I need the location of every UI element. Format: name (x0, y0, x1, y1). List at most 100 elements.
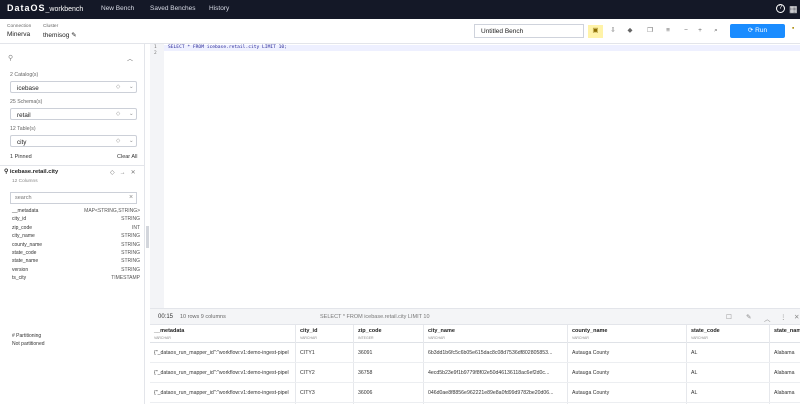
nav-new-bench[interactable]: New Bench (101, 5, 134, 12)
zoom-out-button[interactable]: − (680, 25, 692, 37)
chevron-down-icon[interactable]: ⌄ (129, 111, 134, 117)
column-header[interactable]: city_id VARCHAR (296, 325, 354, 343)
column-item[interactable]: version STRING (12, 267, 140, 275)
more-icon[interactable]: ▪ (792, 25, 794, 32)
sql-query-text[interactable]: SELECT * FROM icebase.retail.city LIMIT … (168, 45, 287, 50)
cell-value: 36758 (358, 370, 373, 376)
column-name: city_name (12, 233, 35, 240)
table-cell[interactable]: 6b3dd1b6fc5c6b05e615dac8c08d7536df802805… (424, 344, 568, 363)
chevron-up-icon[interactable]: ︿ (764, 313, 771, 323)
cell-value: AL (691, 390, 698, 396)
table-cell[interactable]: Alabama (770, 344, 800, 363)
cell-value: Autauga County (572, 350, 610, 356)
column-item[interactable]: city_name STRING (12, 233, 140, 241)
clear-search-icon[interactable]: × (129, 194, 133, 201)
nav-saved-benches[interactable]: Saved Benches (150, 5, 196, 12)
table-cell[interactable]: Alabama (770, 384, 800, 403)
column-header[interactable]: county_name VARCHAR (568, 325, 687, 343)
table-cell[interactable]: AL (687, 344, 770, 363)
connection-value[interactable]: Minerva (7, 31, 30, 38)
table-cell[interactable]: AL (687, 384, 770, 403)
column-item[interactable]: ts_city TIMESTAMP (12, 275, 140, 283)
more-options-icon[interactable]: ⋮ (780, 313, 787, 321)
edit-icon[interactable]: ✎ (746, 313, 751, 321)
run-button[interactable]: ⟳ Run (730, 24, 785, 38)
column-header[interactable]: zip_code INTEGER (354, 325, 424, 343)
table-cell[interactable]: 36091 (354, 344, 424, 363)
pinned-table[interactable]: ⚲ icebase.retail.city (4, 169, 58, 175)
format-icon[interactable]: ≡ (662, 25, 674, 37)
download-icon[interactable]: ⇩ (607, 25, 619, 37)
cell-value: {"_dataos_run_mapper_id":"workflow:v1:de… (154, 390, 289, 396)
catalog-select[interactable]: icebase ◇ ⌄ (10, 81, 137, 93)
search-query-icon[interactable]: ⌕ (710, 25, 722, 37)
table-cell[interactable]: CITY2 (296, 364, 354, 383)
table-cell[interactable]: Alabama (770, 364, 800, 383)
help-icon[interactable]: ? (776, 4, 785, 13)
schema-select[interactable]: retail ◇ ⌄ (10, 108, 137, 120)
nav-history[interactable]: History (209, 5, 229, 12)
sidebar-resize-handle[interactable] (146, 226, 149, 248)
table-cell[interactable]: AL (687, 364, 770, 383)
chevron-down-icon[interactable]: ⌄ (129, 84, 134, 90)
refresh-icon[interactable]: ◇ (116, 84, 120, 90)
line-number: 1 (154, 45, 157, 50)
column-item[interactable]: county_name STRING (12, 242, 140, 250)
edit-cluster-icon[interactable]: ✎ (71, 32, 76, 39)
table-cell[interactable]: {"_dataos_run_mapper_id":"workflow:v1:de… (150, 364, 296, 383)
zoom-in-button[interactable]: + (694, 25, 706, 37)
column-header-label: city_name (428, 328, 455, 334)
close-icon[interactable]: ✕ (794, 313, 799, 321)
tag-icon[interactable]: ◆ (624, 25, 636, 37)
clear-all-button[interactable]: Clear All (117, 154, 137, 160)
column-item[interactable]: state_name STRING (12, 258, 140, 266)
column-item[interactable]: state_code STRING (12, 250, 140, 258)
refresh-icon[interactable]: ◇ (116, 138, 120, 144)
table-cell[interactable]: 4ecd5b23e9f1b9779f8f02e50d46136118ac6ef2… (424, 364, 568, 383)
table-cell[interactable]: CITY3 (296, 384, 354, 403)
apps-grid-icon[interactable]: ▦ (789, 4, 798, 14)
table-select[interactable]: city ◇ ⌄ (10, 135, 137, 147)
refresh-icon[interactable]: ◇ (110, 170, 115, 176)
bench-name-input[interactable]: Untitled Bench (474, 24, 584, 38)
column-name: version (12, 266, 29, 273)
column-item[interactable]: __metadata MAP<STRING,STRING> (12, 208, 140, 216)
table-cell[interactable]: {"_dataos_run_mapper_id":"workflow:v1:de… (150, 344, 296, 363)
table-cell[interactable]: 36758 (354, 364, 424, 383)
logo-subtitle: _workbench (45, 6, 84, 13)
save-icon[interactable]: ▣ (588, 25, 603, 38)
divider (0, 165, 145, 166)
cluster-name: themisog (43, 32, 70, 39)
dataos-logo[interactable]: DataOS_workbench (7, 3, 83, 13)
table-cell[interactable]: Autauga County (568, 344, 687, 363)
table-cell[interactable]: {"_dataos_run_mapper_id":"workflow:v1:de… (150, 384, 296, 403)
column-header[interactable]: __metadata VARCHAR (150, 325, 296, 343)
column-item[interactable]: zip_code INT (12, 225, 140, 233)
connection-label: Connection (7, 24, 32, 29)
column-header[interactable]: state_nam (770, 325, 800, 343)
close-icon[interactable]: ✕ (131, 170, 136, 176)
column-header[interactable]: city_name VARCHAR (424, 325, 568, 343)
checkbox-icon[interactable]: ☐ (726, 313, 732, 321)
table-cell[interactable]: 36006 (354, 384, 424, 403)
table-cell[interactable]: CITY1 (296, 344, 354, 363)
table-cell[interactable]: Autauga County (568, 364, 687, 383)
column-header[interactable]: state_code VARCHAR (687, 325, 770, 343)
chevron-down-icon[interactable]: ⌄ (129, 138, 134, 144)
search-icon[interactable]: ⚲ (8, 54, 13, 62)
column-search-input[interactable] (15, 195, 125, 201)
refresh-icon[interactable]: ◇ (116, 111, 120, 117)
column-name: city_id (12, 216, 27, 223)
sql-editor[interactable]: 1 2 SELECT * FROM icebase.retail.city LI… (150, 44, 800, 308)
column-item[interactable]: city_id STRING (12, 216, 140, 224)
table-cell[interactable]: 046d0ae8f8856e962221e89e8a0fd99d9782be20… (424, 384, 568, 403)
copy-icon[interactable]: ❐ (644, 25, 656, 37)
line-number: 2 (154, 51, 157, 56)
table-cell[interactable]: Autauga County (568, 384, 687, 403)
column-search-field[interactable]: × (10, 192, 137, 204)
cluster-value[interactable]: themisog ✎ (43, 31, 77, 39)
chevron-up-icon[interactable]: ︿ (127, 54, 133, 63)
arrow-right-icon[interactable]: → (120, 170, 126, 176)
partitioning-status: Not partitioned (12, 341, 45, 347)
cell-value: 6b3dd1b6fc5c6b05e615dac8c08d7536df802805… (428, 350, 553, 356)
